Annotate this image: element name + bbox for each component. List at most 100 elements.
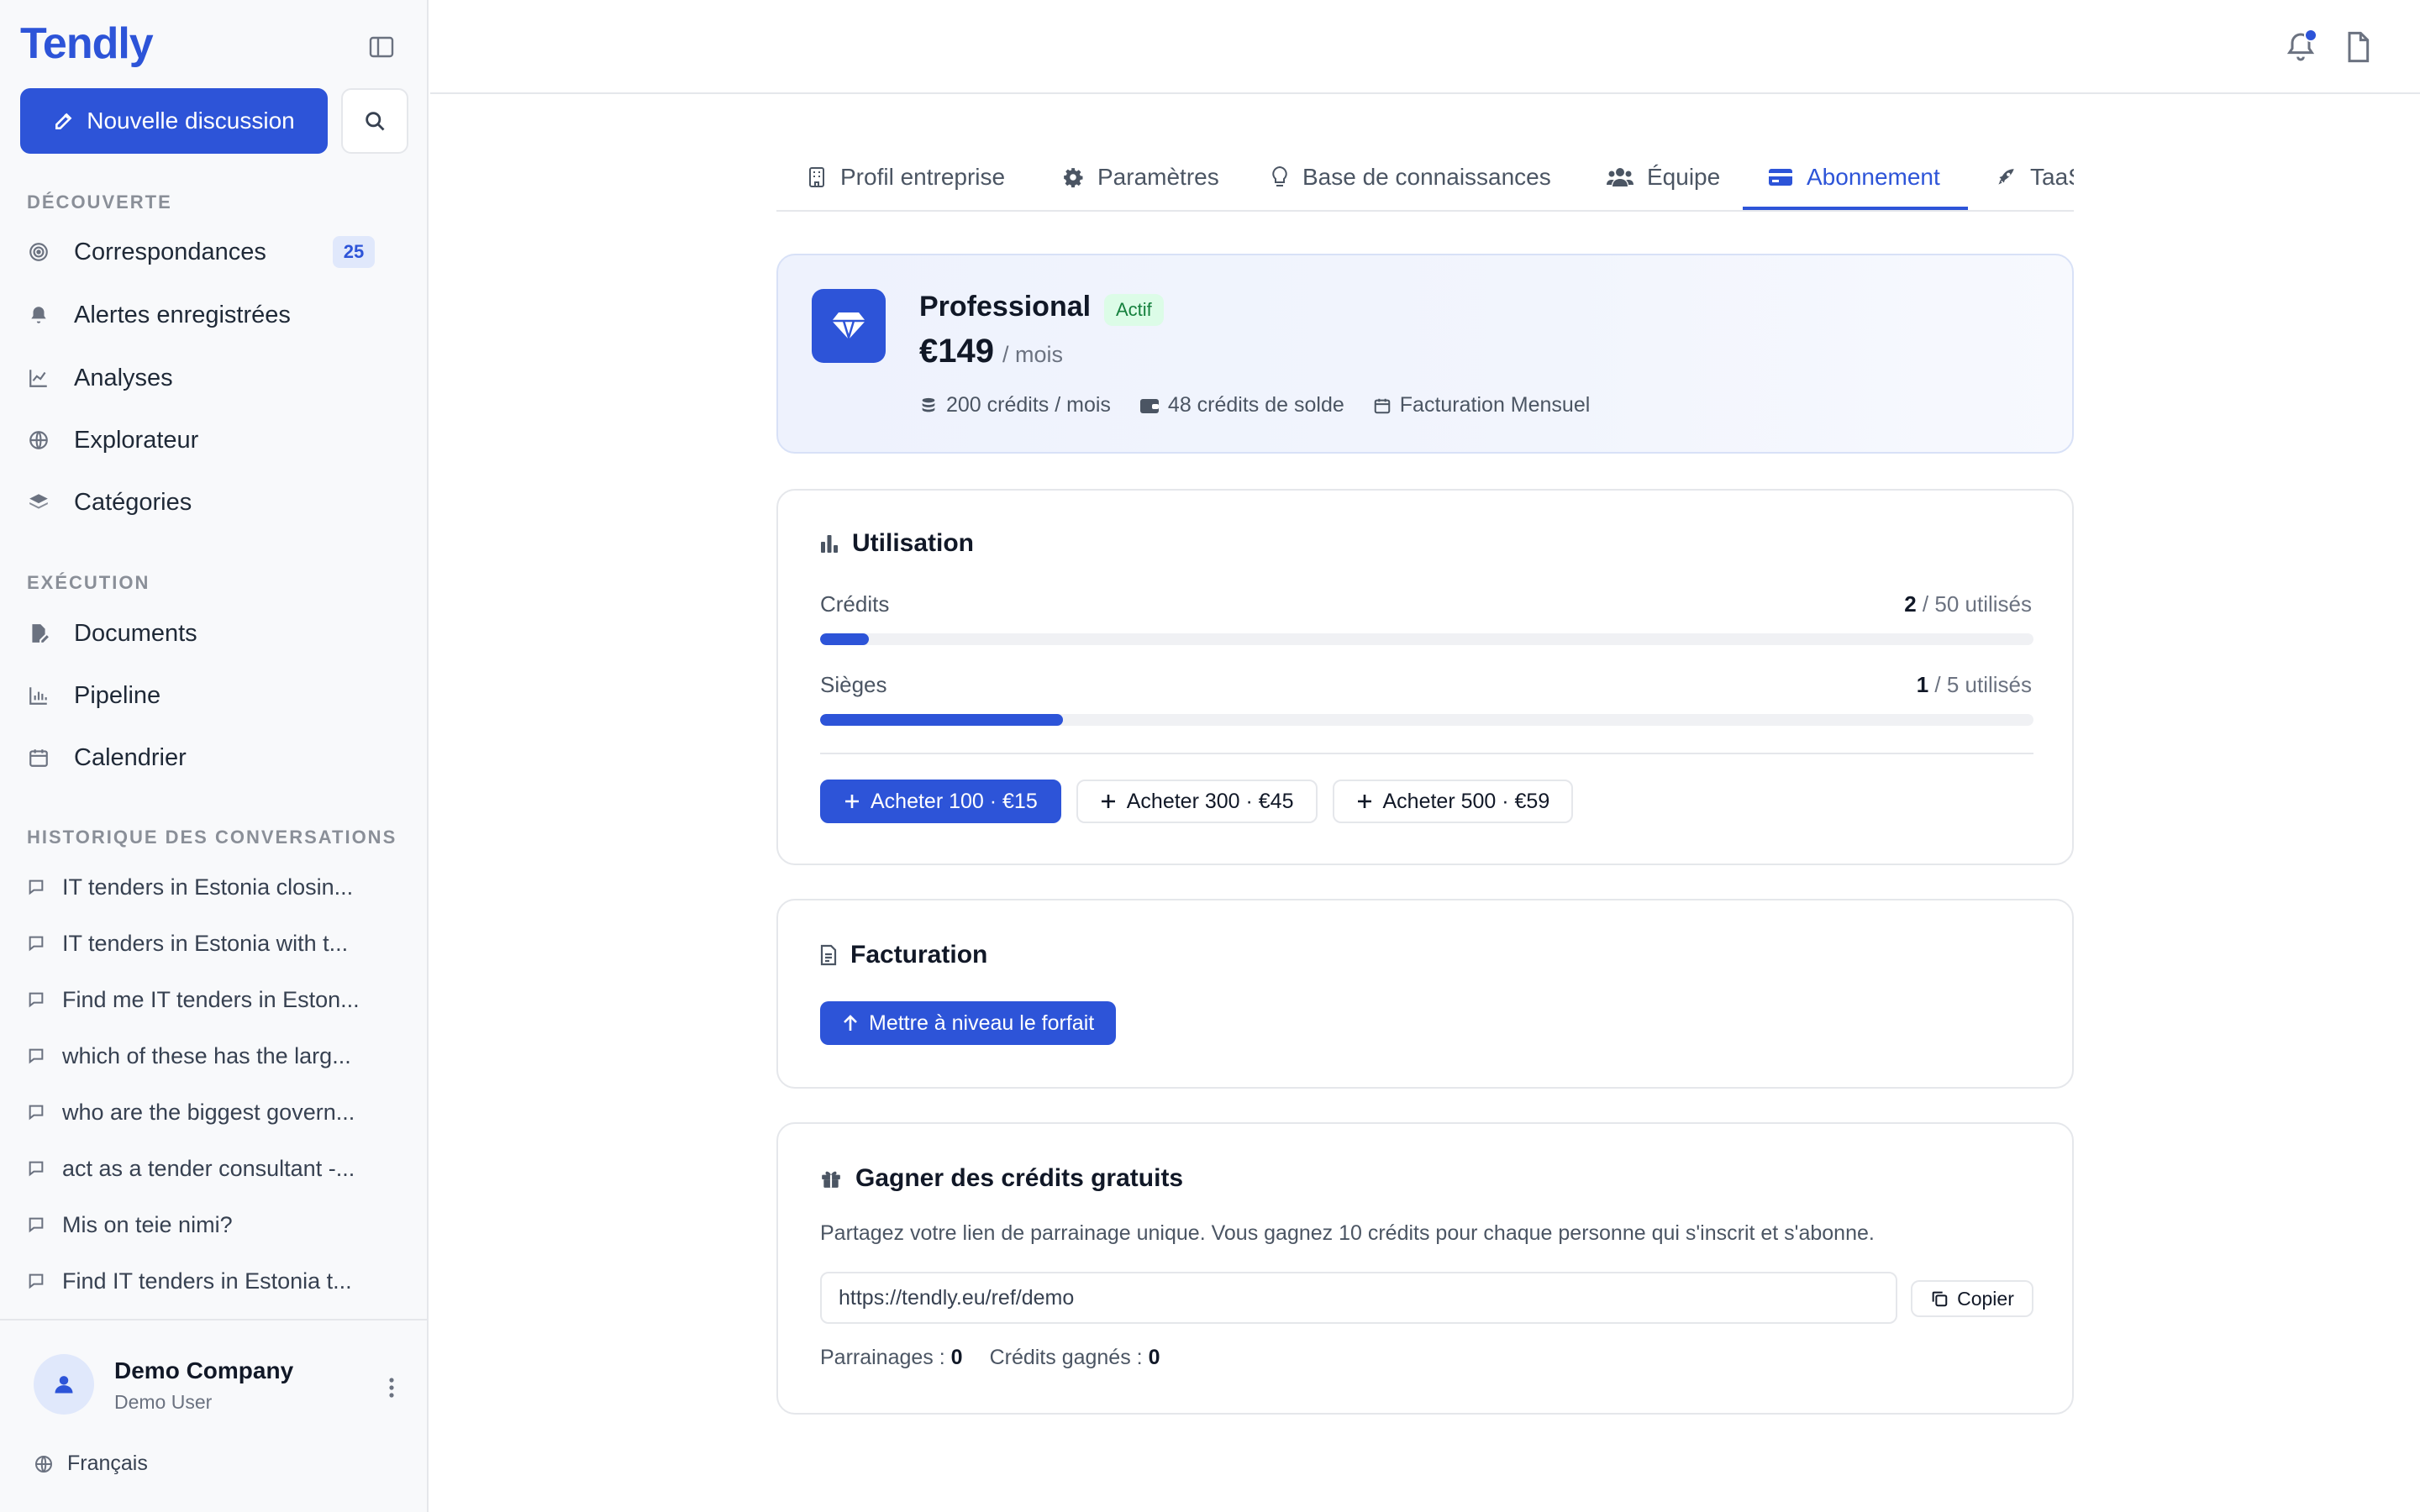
tab-knowledge-base[interactable]: Base de connaissances	[1270, 143, 1551, 210]
message-icon	[27, 990, 45, 1009]
tab-taas[interactable]: TaaS	[1995, 143, 2074, 210]
settings-tabs: Profil entreprise Paramètres Base de con…	[776, 143, 2074, 212]
credits-progress-bar	[820, 633, 2033, 645]
price-value: €149	[919, 333, 994, 370]
plan-meta: 200 crédits / mois 48 crédits de solde F…	[919, 393, 1590, 417]
history-item[interactable]: IT tenders in Estonia with t...	[27, 922, 380, 964]
history-item[interactable]: IT tenders in Estonia closin...	[27, 866, 380, 908]
bar-chart-icon	[821, 535, 838, 553]
copy-link-button[interactable]: Copier	[1911, 1280, 2033, 1317]
buy-300-credits-button[interactable]: Acheter 300 · €45	[1076, 780, 1318, 823]
upgrade-plan-button[interactable]: Mettre à niveau le forfait	[820, 1001, 1117, 1045]
section-label-history: HISTORIQUE DES CONVERSATIONS	[27, 827, 397, 848]
plus-icon	[1357, 795, 1371, 808]
credit-balance: 48 crédits de solde	[1139, 393, 1344, 417]
sidebar-footer: Demo Company Demo User Français	[0, 1319, 427, 1512]
credits-earned-value: 0	[1148, 1346, 1160, 1369]
credits-total: / 50 utilisés	[1922, 591, 2032, 617]
sidebar-item-documents[interactable]: Documents	[27, 608, 405, 659]
sidebar-item-label: Calendrier	[74, 743, 187, 771]
tab-company-profile[interactable]: Profil entreprise	[807, 143, 1005, 210]
coins-icon	[922, 397, 935, 412]
new-chat-label: Nouvelle discussion	[87, 108, 295, 134]
users-icon	[1607, 168, 1634, 186]
seats-used: 1	[1916, 672, 1929, 697]
section-label-execution: EXÉCUTION	[27, 572, 150, 593]
seats-label: Sièges	[820, 672, 887, 697]
history-item-label: which of these has the larg...	[62, 1042, 351, 1068]
document-icon[interactable]	[2341, 30, 2375, 64]
monthly-credits-label: 200 crédits / mois	[946, 393, 1111, 417]
billing-frequency-label: Facturation Mensuel	[1399, 393, 1591, 417]
tab-subscription[interactable]: Abonnement	[1768, 143, 1940, 210]
seats-usage: 1 / 5 utilisés	[1917, 672, 2032, 698]
user-icon	[55, 1376, 73, 1394]
credits-earned-label: Crédits gagnés :	[989, 1346, 1143, 1369]
target-icon	[27, 240, 50, 264]
credit-card-icon	[1769, 169, 1792, 186]
user-name: Demo User	[114, 1391, 213, 1413]
usage-title-label: Utilisation	[852, 529, 975, 557]
avatar[interactable]	[34, 1354, 94, 1415]
sidebar-item-explorer[interactable]: Explorateur	[27, 415, 405, 465]
plan-price: €149 / mois	[919, 333, 1063, 370]
copy-link-label: Copier	[1957, 1287, 2014, 1310]
history-item[interactable]: act as a tender consultant -...	[27, 1147, 380, 1189]
sidebar-collapse-button[interactable]	[363, 30, 400, 64]
tab-label: Base de connaissances	[1302, 164, 1551, 190]
credits-usage: 2 / 50 utilisés	[1904, 591, 2032, 617]
account-menu-button[interactable]	[380, 1373, 403, 1403]
calendar-icon	[27, 746, 50, 769]
tab-settings[interactable]: Paramètres	[1062, 143, 1219, 210]
sidebar-item-categories[interactable]: Catégories	[27, 477, 405, 528]
sidebar-item-label: Correspondances	[74, 238, 266, 265]
referrals-label: Parrainages :	[820, 1346, 945, 1369]
sidebar-item-analyses[interactable]: Analyses	[27, 353, 405, 403]
credits-progress-fill	[820, 633, 869, 645]
file-edit-icon	[27, 622, 50, 645]
referral-link-input[interactable]	[820, 1272, 1897, 1324]
app-logo[interactable]: Tendly	[20, 18, 154, 69]
search-icon	[366, 112, 385, 131]
history-item[interactable]: Find me IT tenders in Eston...	[27, 979, 380, 1021]
history-item[interactable]: who are the biggest govern...	[27, 1091, 380, 1133]
edit-icon	[55, 113, 72, 129]
tab-label: Abonnement	[1807, 164, 1940, 190]
message-icon	[27, 1272, 45, 1290]
history-item[interactable]: which of these has the larg...	[27, 1035, 380, 1077]
history-item[interactable]: Find IT tenders in Estonia t...	[27, 1260, 380, 1302]
copy-icon	[1932, 1291, 1948, 1307]
sidebar-item-correspondances[interactable]: Correspondances 25	[27, 227, 405, 277]
sidebar-item-calendar[interactable]: Calendrier	[27, 732, 405, 783]
wallet-icon	[1139, 398, 1159, 413]
history-item-label: who are the biggest govern...	[62, 1099, 355, 1125]
bar-chart-icon	[27, 684, 50, 707]
invoice-icon	[820, 944, 837, 966]
sidebar-item-label: Pipeline	[74, 681, 161, 709]
divider	[820, 753, 2033, 754]
search-button[interactable]	[341, 88, 408, 154]
seats-total: / 5 utilisés	[1934, 672, 2032, 697]
gift-icon	[822, 1171, 840, 1188]
sidebar-item-pipeline[interactable]: Pipeline	[27, 670, 405, 721]
more-vertical-icon	[389, 1378, 394, 1398]
company-name: Demo Company	[114, 1357, 294, 1383]
buy-100-credits-button[interactable]: Acheter 100 · €15	[820, 780, 1061, 823]
tab-team[interactable]: Équipe	[1607, 143, 1720, 210]
new-chat-button[interactable]: Nouvelle discussion	[20, 88, 328, 154]
buy-500-credits-button[interactable]: Acheter 500 · €59	[1332, 780, 1574, 823]
sidebar-item-alerts[interactable]: Alertes enregistrées	[27, 290, 405, 340]
language-selector[interactable]: Français	[34, 1452, 148, 1476]
referral-description: Partagez votre lien de parrainage unique…	[820, 1221, 1875, 1245]
credits-used: 2	[1904, 591, 1917, 617]
sidebar: Tendly Nouvelle discussion DÉCOUVERTE Co…	[0, 0, 429, 1512]
billing-card: Facturation Mettre à niveau le forfait	[776, 899, 2074, 1089]
history-item[interactable]: Mis on teie nimi?	[27, 1204, 380, 1246]
sidebar-item-label: Documents	[74, 619, 197, 647]
plan-icon	[812, 289, 886, 363]
message-icon	[27, 1215, 45, 1234]
upgrade-plan-label: Mettre à niveau le forfait	[869, 1011, 1095, 1035]
calendar-icon	[1374, 398, 1391, 413]
line-chart-icon	[27, 366, 50, 390]
buy-button-label: Acheter 500 · €59	[1382, 789, 1550, 813]
